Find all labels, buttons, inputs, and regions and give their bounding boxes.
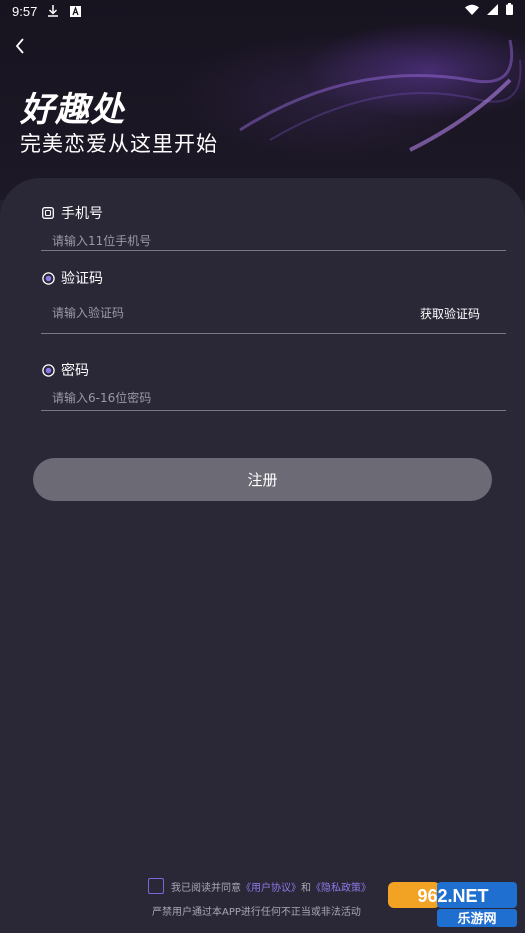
code-input[interactable]: [41, 306, 381, 320]
watermark-bottom: 乐游网: [457, 911, 496, 927]
wifi-icon: [465, 4, 479, 19]
password-label: 密码: [61, 363, 89, 379]
code-icon: [41, 271, 55, 285]
privacy-policy-link[interactable]: 《隐私政策》: [311, 879, 371, 894]
phone-field: 手机号: [41, 203, 506, 251]
password-input-row: [41, 387, 506, 407]
status-time: 9:57: [12, 3, 38, 19]
agreement-checkbox[interactable]: [148, 878, 164, 894]
battery-icon: [506, 3, 513, 19]
download-icon: [47, 5, 59, 17]
agreement-and: 和: [301, 882, 311, 894]
password-field: 密码: [41, 360, 506, 411]
status-right: [465, 3, 513, 19]
agreement-prefix: 我已阅读并同意: [171, 882, 241, 894]
code-input-row: 获取验证码: [41, 301, 506, 325]
a-badge-icon: [69, 5, 81, 17]
phone-input[interactable]: [41, 234, 381, 248]
signal-icon: [487, 3, 498, 19]
get-code-button[interactable]: 获取验证码: [420, 305, 480, 322]
app-logo-text: 好趣处: [20, 90, 125, 130]
disclaimer-text: 严禁用户通过本APP进行任何不正当或非法活动: [152, 907, 361, 918]
swirl-decoration: [239, 39, 522, 152]
phone-label: 手机号: [61, 206, 103, 222]
phone-input-row: [41, 230, 506, 250]
password-label-row: 密码: [41, 360, 506, 380]
user-agreement-link[interactable]: 《用户协议》: [241, 879, 301, 894]
code-field: 验证码 获取验证码: [41, 268, 506, 334]
watermark-top: 962.NET: [417, 886, 488, 906]
back-button[interactable]: [8, 36, 32, 60]
code-label: 验证码: [61, 271, 103, 287]
password-input[interactable]: [41, 391, 381, 405]
password-icon: [41, 363, 55, 377]
slogan: 完美恋爱从这里开始: [20, 132, 218, 156]
chevron-left-icon: [15, 38, 25, 58]
agreement-row: 我已阅读并同意 《用户协议》 和 《隐私政策》: [148, 878, 371, 894]
watermark-logo: 962.NET 乐游网: [388, 882, 517, 927]
register-button[interactable]: 注册: [33, 458, 492, 501]
phone-icon: [41, 206, 55, 220]
phone-label-row: 手机号: [41, 203, 506, 223]
status-bar: 9:57: [0, 0, 525, 22]
code-label-row: 验证码: [41, 268, 506, 288]
